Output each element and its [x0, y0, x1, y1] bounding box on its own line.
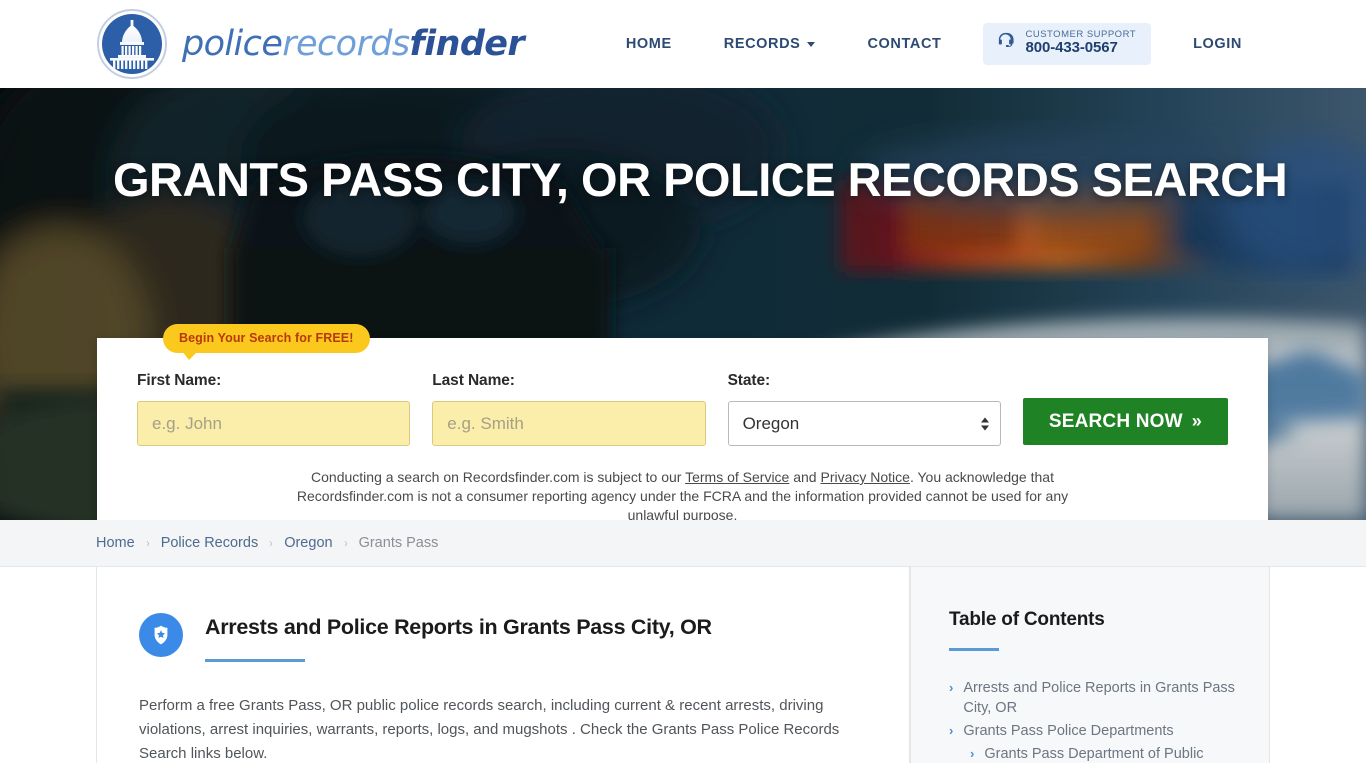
chevron-down-icon [807, 42, 816, 48]
free-search-badge: Begin Your Search for FREE! [163, 324, 370, 360]
nav-label-contact: CONTACT [867, 35, 942, 52]
nav-label-home: HOME [625, 35, 672, 52]
toc-underline-rule [949, 648, 999, 651]
toc-item-label: Grants Pass Department of Public [984, 745, 1204, 762]
support-phone: 800-433-0567 [1025, 39, 1118, 57]
customer-support-box[interactable]: CUSTOMER SUPPORT 800-433-0567 [983, 22, 1152, 66]
page-title: GRANTS PASS CITY, OR POLICE RECORDS SEAR… [113, 153, 1288, 206]
nav-item-home[interactable]: HOME [600, 36, 698, 52]
toc-item-arrests-police-reports[interactable]: › Arrests and Police Reports in Grants P… [949, 678, 1241, 718]
toc-item-dept-public[interactable]: › Grants Pass Department of Public [949, 744, 1241, 764]
search-now-label: SEARCH NOW [1048, 410, 1183, 432]
breadcrumb-item-grants-pass: Grants Pass [358, 535, 439, 551]
nav-label-records: RECORDS [723, 35, 801, 52]
nav-item-records[interactable]: RECORDS [698, 36, 842, 52]
section-title: Arrests and Police Reports in Grants Pas… [205, 615, 712, 639]
nav-item-contact[interactable]: CONTACT [841, 36, 967, 52]
breadcrumb: Home › Police Records › Oregon › Grants … [96, 535, 438, 551]
toc-item-label: Arrests and Police Reports in Grants Pas… [963, 679, 1235, 716]
last-name-input[interactable] [432, 401, 706, 446]
toc-item-label: Grants Pass Police Departments [963, 722, 1174, 739]
first-name-label: First Name: [137, 372, 222, 389]
nav-label-login: LOGIN [1193, 35, 1242, 52]
content-area: Arrests and Police Reports in Grants Pas… [0, 567, 1366, 763]
breadcrumb-bar: Home › Police Records › Oregon › Grants … [0, 520, 1366, 567]
disclaimer-text-1: Conducting a search on Recordsfinder.com… [311, 469, 686, 485]
state-label: State: [727, 372, 771, 389]
support-text-block: CUSTOMER SUPPORT 800-433-0567 [1025, 29, 1136, 57]
brand-wordmark: policerecordsfinder [182, 24, 525, 64]
breadcrumb-separator: › [145, 536, 150, 550]
main-content-card: Arrests and Police Reports in Grants Pas… [96, 567, 910, 763]
chevron-right-icon: › [949, 722, 954, 738]
site-header: policerecordsfinder HOME RECORDS CONTACT… [0, 0, 1366, 88]
chevron-right-icon: › [949, 679, 954, 695]
last-name-field-group: Last Name: [432, 372, 706, 446]
toc-item-police-departments[interactable]: › Grants Pass Police Departments [949, 721, 1241, 741]
first-name-field-group: First Name: [137, 372, 411, 446]
breadcrumb-item-home[interactable]: Home [96, 535, 135, 551]
breadcrumb-item-police-records[interactable]: Police Records [161, 535, 259, 551]
search-now-button[interactable]: SEARCH NOW » [1022, 398, 1229, 445]
title-underline-rule [205, 659, 305, 662]
state-select-wrap: Oregon [727, 401, 1001, 446]
first-name-input[interactable] [137, 401, 411, 446]
section-header: Arrests and Police Reports in Grants Pas… [139, 611, 867, 662]
privacy-notice-link[interactable]: Privacy Notice [820, 469, 909, 485]
toc-list: › Arrests and Police Reports in Grants P… [949, 678, 1241, 764]
last-name-label: Last Name: [432, 372, 515, 389]
section-body-text: Perform a free Grants Pass, OR public po… [139, 696, 840, 763]
disclaimer-and: and [789, 469, 821, 485]
chevron-right-icon: › [970, 745, 975, 761]
capitol-dome-icon [96, 8, 168, 80]
terms-of-service-link[interactable]: Terms of Service [685, 469, 789, 485]
toc-title: Table of Contents [949, 609, 1105, 630]
hero-banner: GRANTS PASS CITY, OR POLICE RECORDS SEAR… [0, 88, 1366, 520]
brand-part-finder: finder [409, 24, 525, 64]
police-badge-icon [139, 613, 183, 657]
breadcrumb-separator: › [269, 536, 273, 550]
brand-part-records: records [282, 24, 410, 64]
main-navigation: HOME RECORDS CONTACT CUSTOMER SUPPORT 80… [600, 22, 1268, 66]
breadcrumb-item-oregon[interactable]: Oregon [284, 535, 332, 551]
search-panel: Begin Your Search for FREE! First Name: … [97, 324, 1268, 520]
search-form: First Name: Last Name: State: Oregon [137, 372, 1229, 446]
breadcrumb-separator: › [343, 536, 348, 550]
headset-icon [996, 31, 1015, 55]
sidebar-table-of-contents: Table of Contents › Arrests and Police R… [910, 567, 1270, 763]
section-title-box: Arrests and Police Reports in Grants Pas… [205, 611, 712, 662]
double-chevron-right-icon: » [1191, 411, 1203, 431]
state-select[interactable]: Oregon [727, 401, 1001, 446]
brand-logo-link[interactable]: policerecordsfinder [96, 8, 525, 80]
state-field-group: State: Oregon [727, 372, 1001, 446]
brand-part-police: police [182, 24, 283, 64]
nav-item-login[interactable]: LOGIN [1167, 36, 1268, 52]
search-disclaimer: Conducting a search on Recordsfinder.com… [270, 468, 1096, 520]
